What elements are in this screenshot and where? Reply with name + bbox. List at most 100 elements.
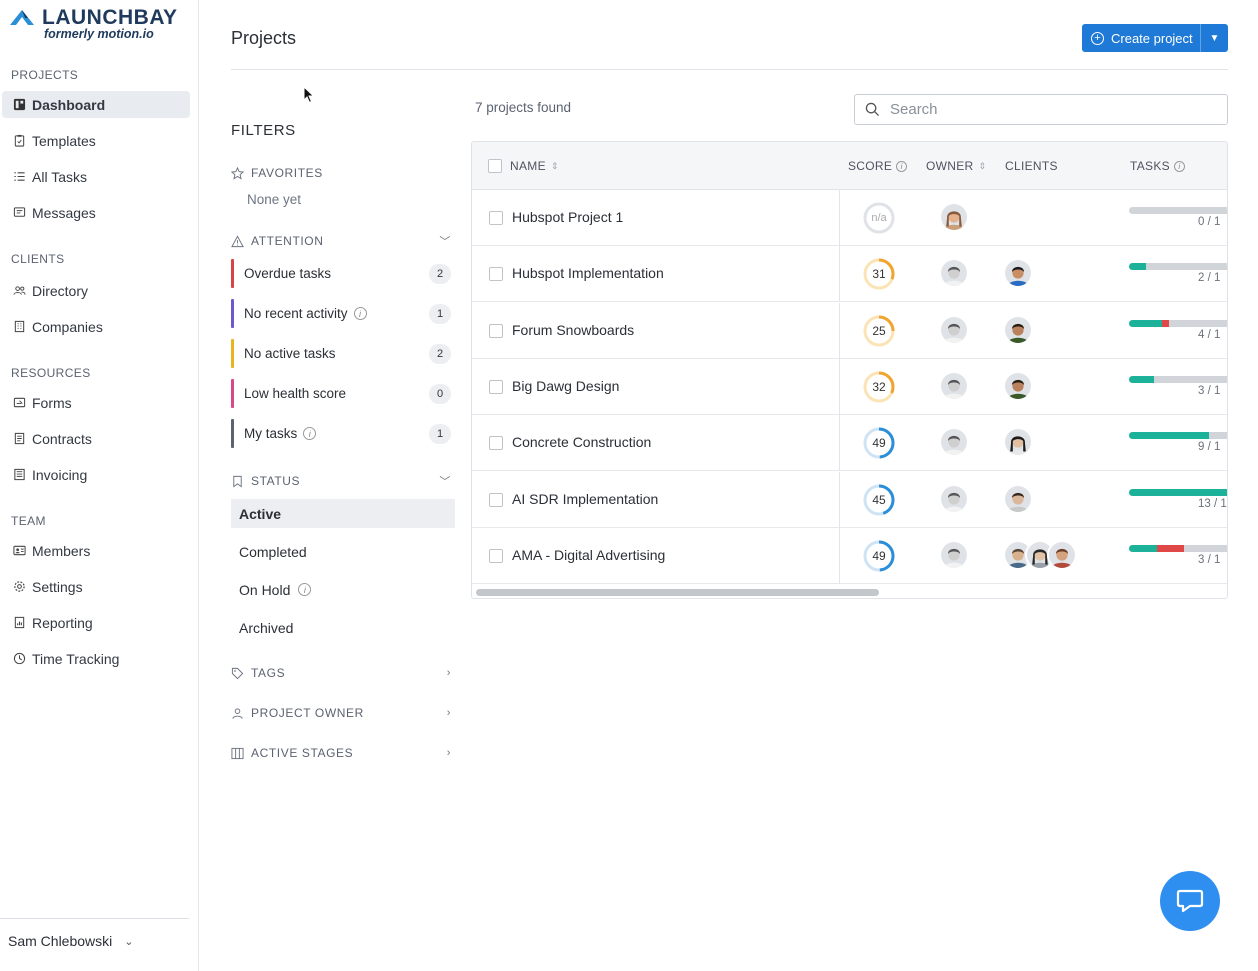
owner-avatar[interactable] bbox=[939, 314, 969, 345]
filter-no-recent-activity[interactable]: No recent activity i 1 bbox=[231, 299, 451, 328]
user-menu[interactable]: Sam Chlebowski ⌄ bbox=[0, 918, 189, 963]
chat-bubble-icon bbox=[1176, 889, 1204, 913]
filter-low-health-score[interactable]: Low health score 0 bbox=[231, 379, 451, 408]
table-row[interactable]: AI SDR Implementation 45 13 / 1 bbox=[472, 471, 1227, 528]
health-score[interactable]: n/a bbox=[863, 202, 895, 234]
filter-overdue-tasks[interactable]: Overdue tasks 2 bbox=[231, 259, 451, 288]
sidebar-item-reporting[interactable]: Reporting bbox=[2, 609, 190, 636]
tasks-count: 13 / 1 bbox=[1198, 497, 1227, 510]
project-name-link[interactable]: AMA - Digital Advertising bbox=[512, 547, 665, 563]
owner-avatar[interactable] bbox=[939, 202, 969, 232]
sidebar-item-messages[interactable]: Messages bbox=[2, 199, 190, 226]
filter-tags-header[interactable]: TAGS › bbox=[231, 666, 451, 680]
tasks-progress-bar bbox=[1129, 488, 1227, 496]
owner-avatar[interactable] bbox=[939, 483, 969, 514]
sidebar-item-settings[interactable]: Settings bbox=[2, 573, 190, 600]
search-input[interactable] bbox=[890, 101, 1190, 118]
table-row[interactable]: Concrete Construction 49 9 / 1 bbox=[472, 415, 1227, 472]
client-avatar[interactable] bbox=[1047, 539, 1077, 570]
table-row[interactable]: Forum Snowboards 25 4 / 1 bbox=[472, 302, 1227, 359]
sidebar-item-directory[interactable]: Directory bbox=[2, 277, 190, 304]
sidebar-item-dashboard[interactable]: Dashboard bbox=[2, 91, 190, 118]
column-name[interactable]: NAME ⇕ bbox=[510, 159, 559, 173]
row-checkbox[interactable] bbox=[489, 323, 503, 338]
info-icon[interactable]: i bbox=[303, 427, 317, 440]
table-row[interactable]: Hubspot Project 1 n/a 0 / 1 bbox=[472, 190, 1227, 246]
sidebar-item-templates[interactable]: Templates bbox=[2, 127, 190, 154]
column-score[interactable]: SCORE i bbox=[848, 159, 908, 173]
filter-stages-header[interactable]: ACTIVE STAGES › bbox=[231, 746, 451, 760]
attention-label: ATTENTION bbox=[251, 234, 324, 248]
sidebar-item-invoicing[interactable]: Invoicing bbox=[2, 461, 190, 488]
project-name-link[interactable]: Hubspot Implementation bbox=[512, 265, 664, 281]
project-name-link[interactable]: Hubspot Project 1 bbox=[512, 209, 623, 225]
project-name-link[interactable]: Big Dawg Design bbox=[512, 378, 619, 394]
table-row[interactable]: AMA - Digital Advertising 49 3 / 1 bbox=[472, 527, 1227, 584]
project-name-link[interactable]: Forum Snowboards bbox=[512, 322, 634, 338]
filter-no-active-tasks[interactable]: No active tasks 2 bbox=[231, 339, 451, 368]
table-row[interactable]: Hubspot Implementation 31 2 / 1 bbox=[472, 246, 1227, 303]
owner-avatar[interactable] bbox=[939, 370, 969, 401]
row-checkbox[interactable] bbox=[489, 379, 503, 394]
chat-launcher-button[interactable] bbox=[1160, 871, 1220, 931]
info-icon[interactable]: i bbox=[353, 307, 367, 320]
client-avatar[interactable] bbox=[1003, 314, 1033, 345]
status-archived[interactable]: Archived bbox=[231, 613, 455, 642]
sidebar-item-time-tracking[interactable]: Time Tracking bbox=[2, 645, 190, 672]
form-icon bbox=[12, 396, 26, 410]
owner-avatar[interactable] bbox=[939, 427, 969, 458]
status-completed[interactable]: Completed bbox=[231, 537, 455, 566]
sidebar-item-companies[interactable]: Companies bbox=[2, 313, 190, 340]
table-row[interactable]: Big Dawg Design 32 3 / 1 bbox=[472, 358, 1227, 415]
score-value: n/a bbox=[871, 212, 887, 224]
create-project-dropdown[interactable]: ▼ bbox=[1200, 24, 1228, 52]
column-divider bbox=[839, 302, 840, 359]
chevron-right-icon: › bbox=[446, 707, 451, 719]
column-tasks[interactable]: TASKS i bbox=[1130, 159, 1185, 173]
sidebar-item-forms[interactable]: Forms bbox=[2, 389, 190, 416]
status-on-hold[interactable]: On Hold i bbox=[231, 575, 455, 604]
filter-favorites-header[interactable]: FAVORITES bbox=[231, 166, 451, 180]
health-score[interactable]: 31 bbox=[863, 258, 895, 290]
sidebar-item-contracts[interactable]: Contracts bbox=[2, 425, 190, 452]
row-checkbox[interactable] bbox=[489, 267, 503, 282]
row-checkbox[interactable] bbox=[489, 211, 503, 225]
client-avatar[interactable] bbox=[1003, 258, 1033, 289]
project-name-link[interactable]: Concrete Construction bbox=[512, 434, 651, 450]
sidebar: LAUNCHBAY formerly motion.io PROJECTS Das… bbox=[0, 0, 199, 971]
report-icon bbox=[12, 616, 26, 630]
filter-attention-header[interactable]: ATTENTION ﹀ bbox=[231, 234, 451, 248]
row-checkbox[interactable] bbox=[489, 492, 503, 507]
app-logo[interactable]: LAUNCHBAY formerly motion.io bbox=[8, 6, 178, 41]
client-avatar[interactable] bbox=[1003, 483, 1033, 514]
info-icon[interactable]: i bbox=[298, 583, 312, 596]
client-avatar[interactable] bbox=[1003, 370, 1033, 401]
sidebar-item-members[interactable]: Members bbox=[2, 537, 190, 564]
health-score[interactable]: 49 bbox=[863, 427, 895, 459]
filter-owner-header[interactable]: PROJECT OWNER › bbox=[231, 706, 451, 720]
horizontal-scrollbar[interactable] bbox=[476, 589, 879, 596]
filter-label: Overdue tasks bbox=[244, 266, 332, 281]
row-checkbox[interactable] bbox=[489, 548, 503, 563]
filter-my-tasks[interactable]: My tasks i 1 bbox=[231, 419, 451, 448]
project-name-link[interactable]: AI SDR Implementation bbox=[512, 491, 658, 507]
health-score[interactable]: 25 bbox=[863, 315, 895, 347]
create-project-button-group: + Create project ▼ bbox=[1082, 24, 1228, 52]
filter-status-header[interactable]: STATUS ﹀ bbox=[231, 474, 451, 488]
projects-table: NAME ⇕ SCORE i OWNER ⇕ CLIENTS TASKS i H… bbox=[471, 141, 1228, 599]
row-checkbox[interactable] bbox=[489, 436, 503, 451]
health-score[interactable]: 45 bbox=[863, 484, 895, 516]
select-all-checkbox[interactable] bbox=[488, 159, 502, 173]
health-score[interactable]: 49 bbox=[863, 540, 895, 572]
info-icon[interactable]: i bbox=[1173, 160, 1185, 172]
create-project-button[interactable]: + Create project bbox=[1082, 24, 1200, 52]
column-owner[interactable]: OWNER ⇕ bbox=[926, 159, 986, 173]
health-score[interactable]: 32 bbox=[863, 371, 895, 403]
search-box bbox=[854, 94, 1228, 125]
status-active[interactable]: Active bbox=[231, 499, 455, 528]
owner-avatar[interactable] bbox=[939, 258, 969, 289]
info-icon[interactable]: i bbox=[896, 160, 908, 172]
client-avatar[interactable] bbox=[1003, 427, 1033, 458]
sidebar-item-all-tasks[interactable]: All Tasks bbox=[2, 163, 190, 190]
owner-avatar[interactable] bbox=[939, 539, 969, 570]
